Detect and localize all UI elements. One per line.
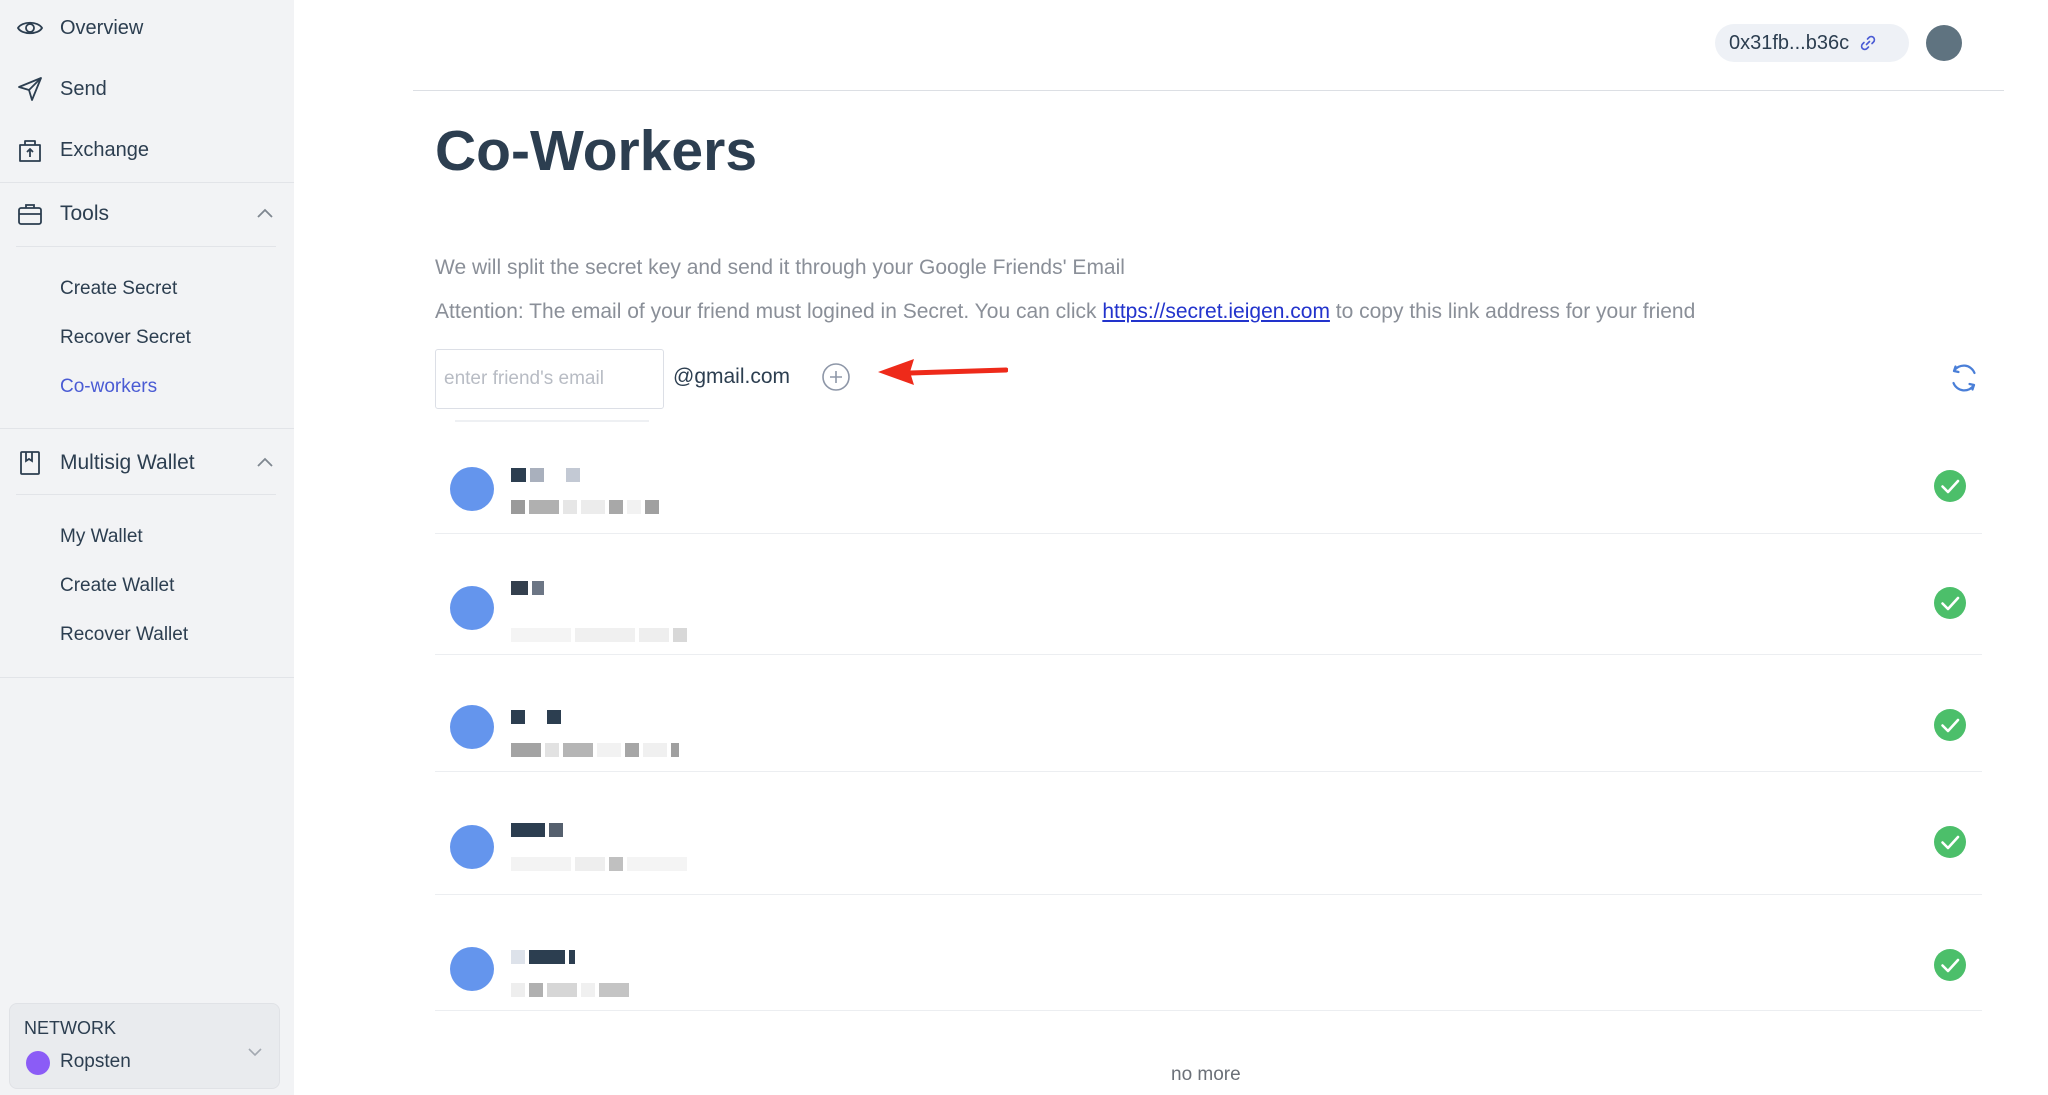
network-label: NETWORK <box>24 1018 116 1038</box>
add-circle-icon[interactable] <box>821 362 851 392</box>
sidebar: Overview Send Exchange Tools Create Secr… <box>0 0 294 1095</box>
input-underline <box>455 420 649 422</box>
info-text-split: We will split the secret key and send it… <box>435 256 1125 279</box>
verified-check-icon <box>1934 709 1966 741</box>
info-attention-prefix: Attention: The email of your friend must… <box>435 300 1103 323</box>
sidebar-divider <box>0 182 294 183</box>
nav-send[interactable]: Send <box>16 75 107 103</box>
sidebar-item-co-workers[interactable]: Co-workers <box>60 376 157 398</box>
multisig-divider <box>16 494 276 495</box>
sidebar-item-recover-secret[interactable]: Recover Secret <box>60 327 191 349</box>
coworker-email-redacted <box>511 857 691 873</box>
sidebar-item-create-secret[interactable]: Create Secret <box>60 278 177 300</box>
user-avatar[interactable] <box>1926 25 1962 61</box>
multisig-label: Multisig Wallet <box>60 451 195 474</box>
chevron-down-icon <box>248 1048 262 1057</box>
sidebar-item-recover-wallet[interactable]: Recover Wallet <box>60 624 188 646</box>
multisig-section-header[interactable]: Multisig Wallet <box>16 449 276 477</box>
coworker-row[interactable] <box>435 771 1982 895</box>
sidebar-item-my-wallet[interactable]: My Wallet <box>60 526 143 548</box>
coworker-avatar <box>450 586 494 630</box>
sidebar-divider <box>0 428 294 429</box>
wallet-address-pill[interactable]: 0x31fb...b36c <box>1715 24 1909 62</box>
list-end-text: no more <box>1171 1064 1241 1085</box>
nav-exchange[interactable]: Exchange <box>16 136 149 164</box>
coworker-email-redacted <box>511 983 633 999</box>
page-title: Co-Workers <box>435 119 758 183</box>
chevron-up-icon <box>257 208 273 218</box>
wallet-book-icon <box>20 451 40 475</box>
coworker-row[interactable] <box>435 654 1982 772</box>
coworker-row[interactable] <box>435 442 1982 534</box>
info-attention-suffix: to copy this link address for your frien… <box>1329 300 1696 323</box>
email-domain-suffix: @gmail.com <box>673 365 791 388</box>
nav-send-label: Send <box>60 77 107 100</box>
coworker-row[interactable] <box>435 533 1982 655</box>
nav-overview[interactable]: Overview <box>16 14 143 42</box>
sidebar-divider <box>0 677 294 678</box>
coworker-name-redacted <box>511 823 567 839</box>
tools-label: Tools <box>60 202 110 225</box>
info-text-attention: Attention: The email of your friend must… <box>435 300 1695 324</box>
coworker-email-redacted <box>511 743 683 759</box>
exchange-icon <box>19 140 41 162</box>
tools-section-header[interactable]: Tools <box>16 200 276 228</box>
secret-site-link[interactable]: https://secret.ieigen.com <box>1102 300 1330 323</box>
red-arrow-annotation <box>878 359 1008 385</box>
friend-email-input[interactable] <box>435 349 664 409</box>
nav-exchange-label: Exchange <box>60 138 149 161</box>
send-icon <box>18 77 42 101</box>
coworker-avatar <box>450 947 494 991</box>
refresh-icon[interactable] <box>1948 362 1980 394</box>
coworker-email-redacted <box>511 500 663 516</box>
coworker-avatar <box>450 467 494 511</box>
verified-check-icon <box>1934 470 1966 502</box>
toolbox-icon <box>18 204 42 225</box>
coworker-name-redacted <box>511 950 579 966</box>
verified-check-icon <box>1934 949 1966 981</box>
header-divider <box>413 90 2004 91</box>
coworker-avatar <box>450 705 494 749</box>
coworker-avatar <box>450 825 494 869</box>
chevron-up-icon <box>257 457 273 467</box>
eye-icon <box>16 21 44 35</box>
coworker-name-redacted <box>511 710 565 726</box>
coworker-name-redacted <box>511 468 584 484</box>
tools-divider <box>16 246 276 247</box>
verified-check-icon <box>1934 826 1966 858</box>
network-name: Ropsten <box>60 1051 131 1072</box>
coworker-name-redacted <box>511 581 548 597</box>
wallet-address: 0x31fb...b36c <box>1729 31 1850 54</box>
verified-check-icon <box>1934 587 1966 619</box>
sidebar-item-create-wallet[interactable]: Create Wallet <box>60 575 174 597</box>
coworker-row[interactable] <box>435 894 1982 1011</box>
nav-overview-label: Overview <box>60 16 144 39</box>
network-status-dot <box>26 1051 50 1075</box>
link-icon <box>1860 35 1876 51</box>
coworker-email-redacted <box>511 628 691 644</box>
network-selector[interactable]: NETWORK Ropsten <box>9 1003 280 1089</box>
